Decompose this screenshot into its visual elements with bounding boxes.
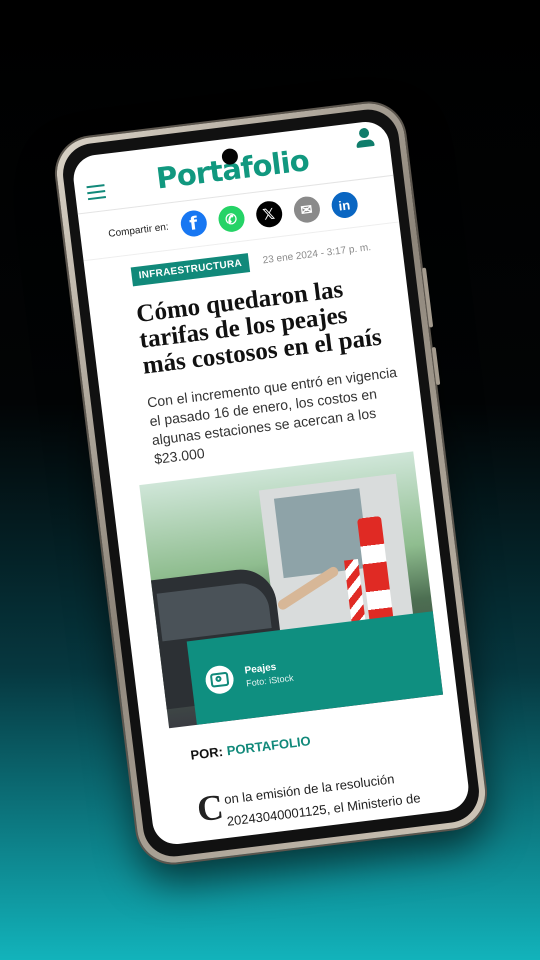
linkedin-icon[interactable]: in [329,190,359,220]
share-label: Compartir en: [107,221,170,240]
phone-bezel: Portafolio Compartir en: f ✆ 𝕏 ✉ in INFR… [59,106,483,860]
byline-author[interactable]: PORTAFOLIO [226,733,311,758]
phone-device: Portafolio Compartir en: f ✆ 𝕏 ✉ in INFR… [52,99,490,867]
volume-button [421,267,434,328]
camera-icon [203,664,236,696]
whatsapp-icon[interactable]: ✆ [216,204,246,234]
article-headline: Cómo quedaron las tarifas de los peajes … [134,275,383,380]
article-body: Con la emisión de la resolución 20243040… [195,762,453,847]
byline: POR: PORTAFOLIO [190,717,442,763]
article-photo[interactable]: Peajes Foto: iStock [139,451,444,729]
phone-screen: Portafolio Compartir en: f ✆ 𝕏 ✉ in INFR… [70,119,472,847]
article-lead: Con el incremento que entró en vigencia … [146,363,398,467]
email-icon[interactable]: ✉ [292,195,322,225]
drop-cap: C [194,786,226,830]
article: INFRAESTRUCTURA 23 ene 2024 - 3:17 p. m.… [84,222,472,847]
user-account-icon[interactable] [354,127,377,151]
byline-prefix: POR: [189,743,224,763]
article-body-text: on la emisión de la resolución 202430400… [200,771,422,847]
publish-date: 23 ene 2024 - 3:17 p. m. [262,242,372,267]
power-button [431,346,441,386]
x-icon[interactable]: 𝕏 [254,199,284,229]
facebook-icon[interactable]: f [178,209,208,239]
section-tag[interactable]: INFRAESTRUCTURA [130,253,251,287]
